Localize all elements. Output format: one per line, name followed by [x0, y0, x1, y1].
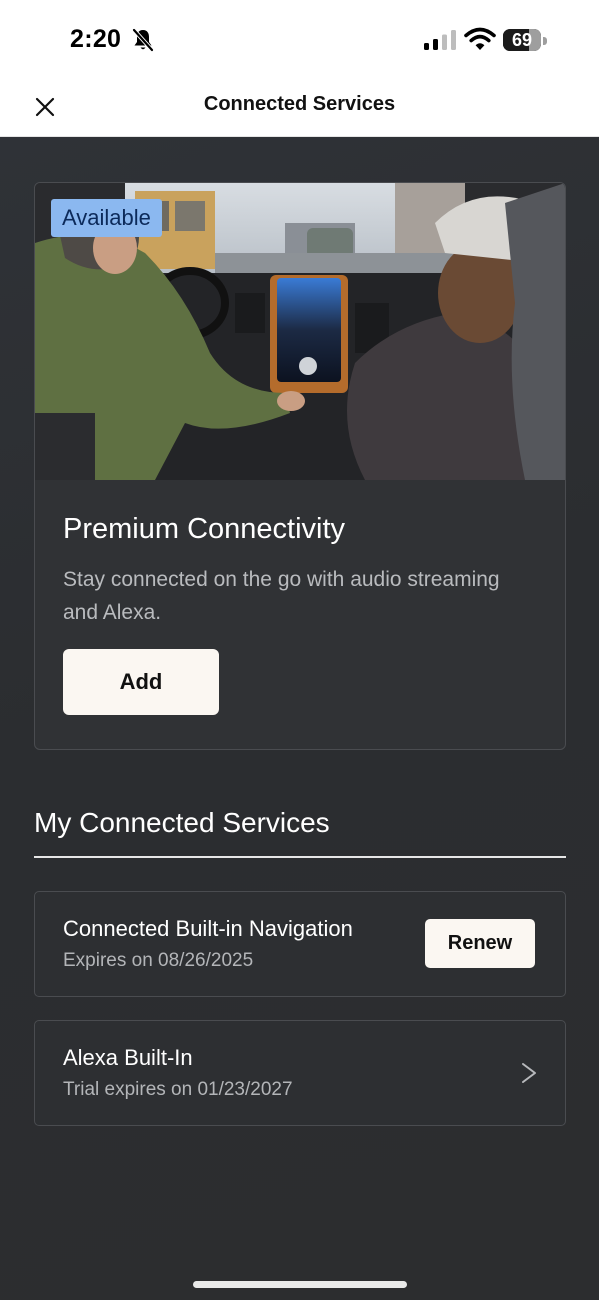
wifi-icon — [464, 27, 496, 50]
promo-title: Premium Connectivity — [63, 513, 346, 545]
available-badge: Available — [51, 199, 162, 237]
battery-icon: 69 — [503, 27, 549, 53]
cellular-signal-icon — [424, 30, 456, 50]
promo-description: Stay connected on the go with audio stre… — [63, 568, 500, 624]
app-header: Connected Services — [0, 78, 599, 137]
service-name: Connected Built-in Navigation — [63, 916, 353, 941]
chevron-right-icon — [522, 1063, 536, 1083]
service-name: Alexa Built-In — [63, 1045, 193, 1070]
content-area: Available Premium Connectivity Stay conn… — [0, 137, 599, 1300]
service-card-alexa[interactable]: Alexa Built-In Trial expires on 01/23/20… — [34, 1020, 566, 1126]
service-expiry: Trial expires on 01/23/2027 — [63, 1079, 293, 1100]
add-button[interactable]: Add — [63, 649, 219, 715]
home-indicator[interactable] — [193, 1281, 407, 1288]
status-time: 2:20 — [70, 25, 122, 53]
section-divider — [34, 856, 566, 858]
renew-button[interactable]: Renew — [425, 919, 535, 968]
page-title: Connected Services — [203, 93, 396, 115]
battery-level: 69 — [511, 30, 533, 50]
premium-connectivity-card: Available Premium Connectivity Stay conn… — [34, 182, 566, 750]
service-card-navigation: Connected Built-in Navigation Expires on… — [34, 891, 566, 997]
my-services-heading: My Connected Services — [34, 807, 330, 838]
service-expiry: Expires on 08/26/2025 — [63, 950, 254, 971]
bell-muted-icon — [132, 28, 154, 52]
status-bar: 2:20 69 — [0, 0, 599, 78]
